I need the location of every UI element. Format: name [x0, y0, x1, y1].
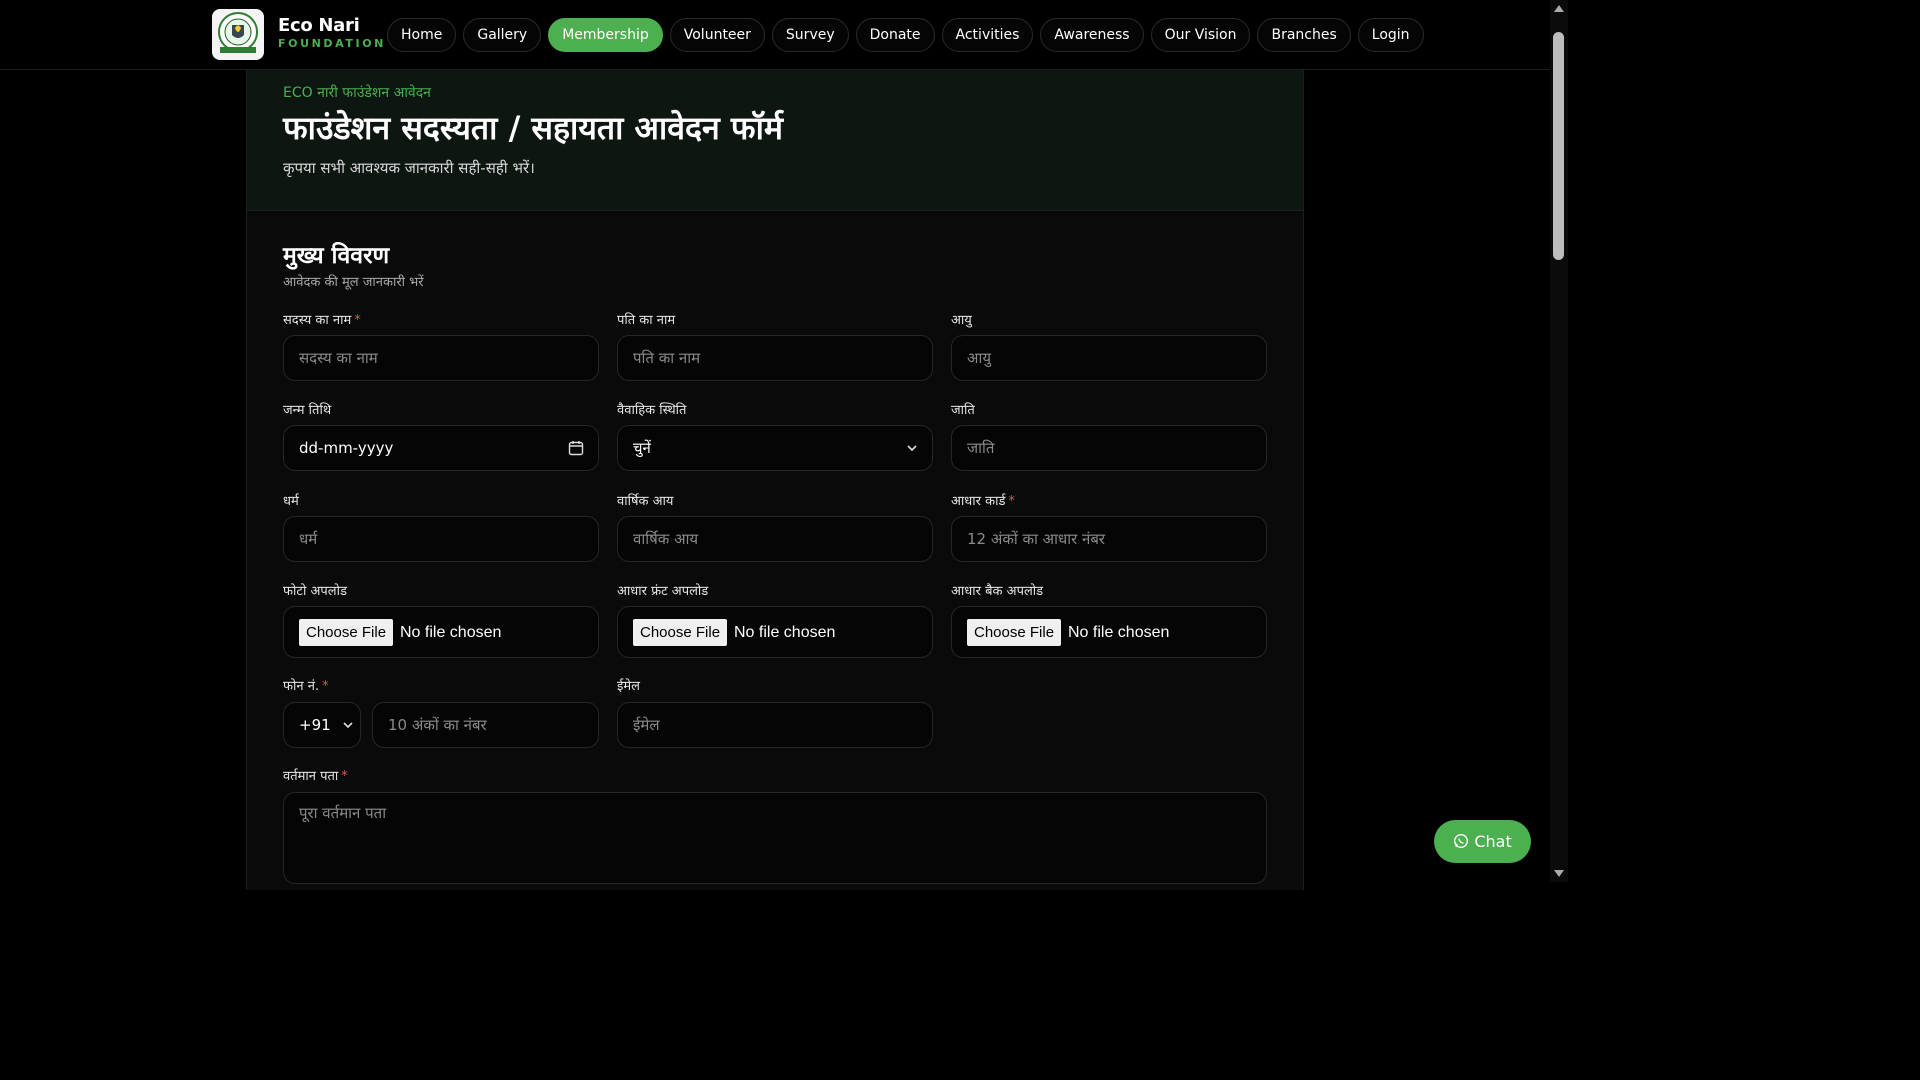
- scroll-up-arrow-icon[interactable]: [1554, 5, 1564, 12]
- brand-name: Eco Nari: [278, 15, 360, 36]
- caste-input[interactable]: जाति: [951, 425, 1267, 471]
- phone-label: फोन नं. *: [283, 679, 329, 694]
- email-label: ईमेल: [617, 679, 640, 694]
- aadhar-front-choose-file-button[interactable]: Choose File: [633, 619, 728, 646]
- dob-input[interactable]: dd-mm-yyyy: [283, 425, 599, 471]
- required-marker: *: [341, 769, 348, 784]
- nav-donate[interactable]: Donate: [855, 18, 935, 52]
- page-scrollbar[interactable]: [1550, 0, 1568, 882]
- photo-choose-file-button[interactable]: Choose File: [299, 619, 394, 646]
- aadhar-front-upload-field: Choose File No file chosen: [617, 606, 933, 658]
- nav-volunteer[interactable]: Volunteer: [669, 18, 765, 52]
- husband-name-input[interactable]: पति का नाम: [617, 335, 933, 381]
- aadhar-front-label: आधार फ्रंट अपलोड: [617, 584, 709, 599]
- logo-image[interactable]: [212, 9, 264, 60]
- main-nav: Home Gallery Membership Volunteer Survey…: [387, 18, 1424, 52]
- dob-value: dd-mm-yyyy: [299, 439, 394, 457]
- top-navbar: Eco Nari FOUNDATION Home Gallery Members…: [0, 0, 1550, 70]
- chevron-down-icon: [342, 703, 354, 747]
- nav-our-vision[interactable]: Our Vision: [1150, 18, 1251, 52]
- dob-label: जन्म तिथि: [283, 403, 332, 418]
- caste-label: जाति: [951, 403, 975, 418]
- member-name-input[interactable]: सदस्य का नाम: [283, 335, 599, 381]
- brand-subtitle: FOUNDATION: [278, 37, 386, 50]
- address-label: वर्तमान पता *: [283, 769, 348, 784]
- marital-status-select[interactable]: चुनें: [617, 425, 933, 471]
- aadhar-label: आधार कार्ड *: [951, 494, 1015, 509]
- required-marker: *: [322, 679, 329, 694]
- photo-upload-label: फोटो अपलोड: [283, 584, 347, 599]
- section-subtitle: आवेदक की मूल जानकारी भरें: [283, 275, 424, 290]
- email-input[interactable]: ईमेल: [617, 702, 933, 748]
- nav-home[interactable]: Home: [387, 18, 457, 52]
- aadhar-back-choose-file-button[interactable]: Choose File: [967, 619, 1062, 646]
- aadhar-front-file-status: No file chosen: [734, 624, 836, 641]
- address-textarea[interactable]: पूरा वर्तमान पता: [283, 792, 1267, 884]
- whatsapp-icon: [1453, 832, 1474, 851]
- nav-login[interactable]: Login: [1357, 18, 1424, 52]
- annual-income-label: वार्षिक आय: [617, 494, 674, 509]
- form-kicker: ECO नारी फाउंडेशन आवेदन: [283, 85, 431, 101]
- nav-membership[interactable]: Membership: [548, 18, 663, 52]
- marital-status-value: चुनें: [633, 439, 651, 457]
- required-marker: *: [354, 313, 361, 328]
- member-name-label: सदस्य का नाम *: [283, 313, 361, 328]
- chevron-down-icon: [906, 426, 918, 470]
- form-title: फाउंडेशन सदस्यता / सहायता आवेदन फॉर्म: [283, 109, 784, 147]
- age-label: आयु: [951, 313, 972, 328]
- nav-survey[interactable]: Survey: [771, 18, 849, 52]
- husband-name-label: पति का नाम: [617, 313, 676, 328]
- aadhar-back-label: आधार बैक अपलोड: [951, 584, 1044, 599]
- aadhar-input[interactable]: 12 अंकों का आधार नंबर: [951, 516, 1267, 562]
- scroll-down-arrow-icon[interactable]: [1554, 870, 1564, 877]
- required-marker: *: [1008, 494, 1015, 509]
- phone-input[interactable]: 10 अंकों का नंबर: [372, 702, 599, 748]
- logo-text[interactable]: Eco Nari FOUNDATION: [278, 15, 386, 51]
- page: Eco Nari FOUNDATION Home Gallery Members…: [0, 0, 1568, 890]
- form-header: ECO नारी फाउंडेशन आवेदन फाउंडेशन सदस्यता…: [247, 70, 1303, 211]
- photo-upload-field: Choose File No file chosen: [283, 606, 599, 658]
- scrollbar-thumb[interactable]: [1553, 32, 1564, 260]
- chat-button[interactable]: Chat: [1434, 820, 1531, 863]
- nav-branches[interactable]: Branches: [1257, 18, 1351, 52]
- marital-status-label: वैवाहिक स्थिति: [617, 403, 687, 418]
- nav-gallery[interactable]: Gallery: [463, 18, 542, 52]
- annual-income-input[interactable]: वार्षिक आय: [617, 516, 933, 562]
- application-form-card: ECO नारी फाउंडेशन आवेदन फाउंडेशन सदस्यता…: [246, 70, 1304, 890]
- photo-file-status: No file chosen: [400, 624, 502, 641]
- religion-label: धर्म: [283, 494, 299, 509]
- age-input[interactable]: आयु: [951, 335, 1267, 381]
- religion-input[interactable]: धर्म: [283, 516, 599, 562]
- country-code-value: +91: [299, 716, 331, 734]
- chat-label: Chat: [1474, 832, 1512, 851]
- aadhar-back-file-status: No file chosen: [1068, 624, 1170, 641]
- calendar-icon[interactable]: [568, 426, 584, 470]
- section-title: मुख्य विवरण: [283, 243, 390, 269]
- nav-awareness[interactable]: Awareness: [1040, 18, 1144, 52]
- country-code-select[interactable]: +91: [283, 702, 361, 748]
- aadhar-back-upload-field: Choose File No file chosen: [951, 606, 1267, 658]
- nav-activities[interactable]: Activities: [941, 18, 1034, 52]
- form-subtitle: कृपया सभी आवश्यक जानकारी सही-सही भरें।: [283, 159, 535, 177]
